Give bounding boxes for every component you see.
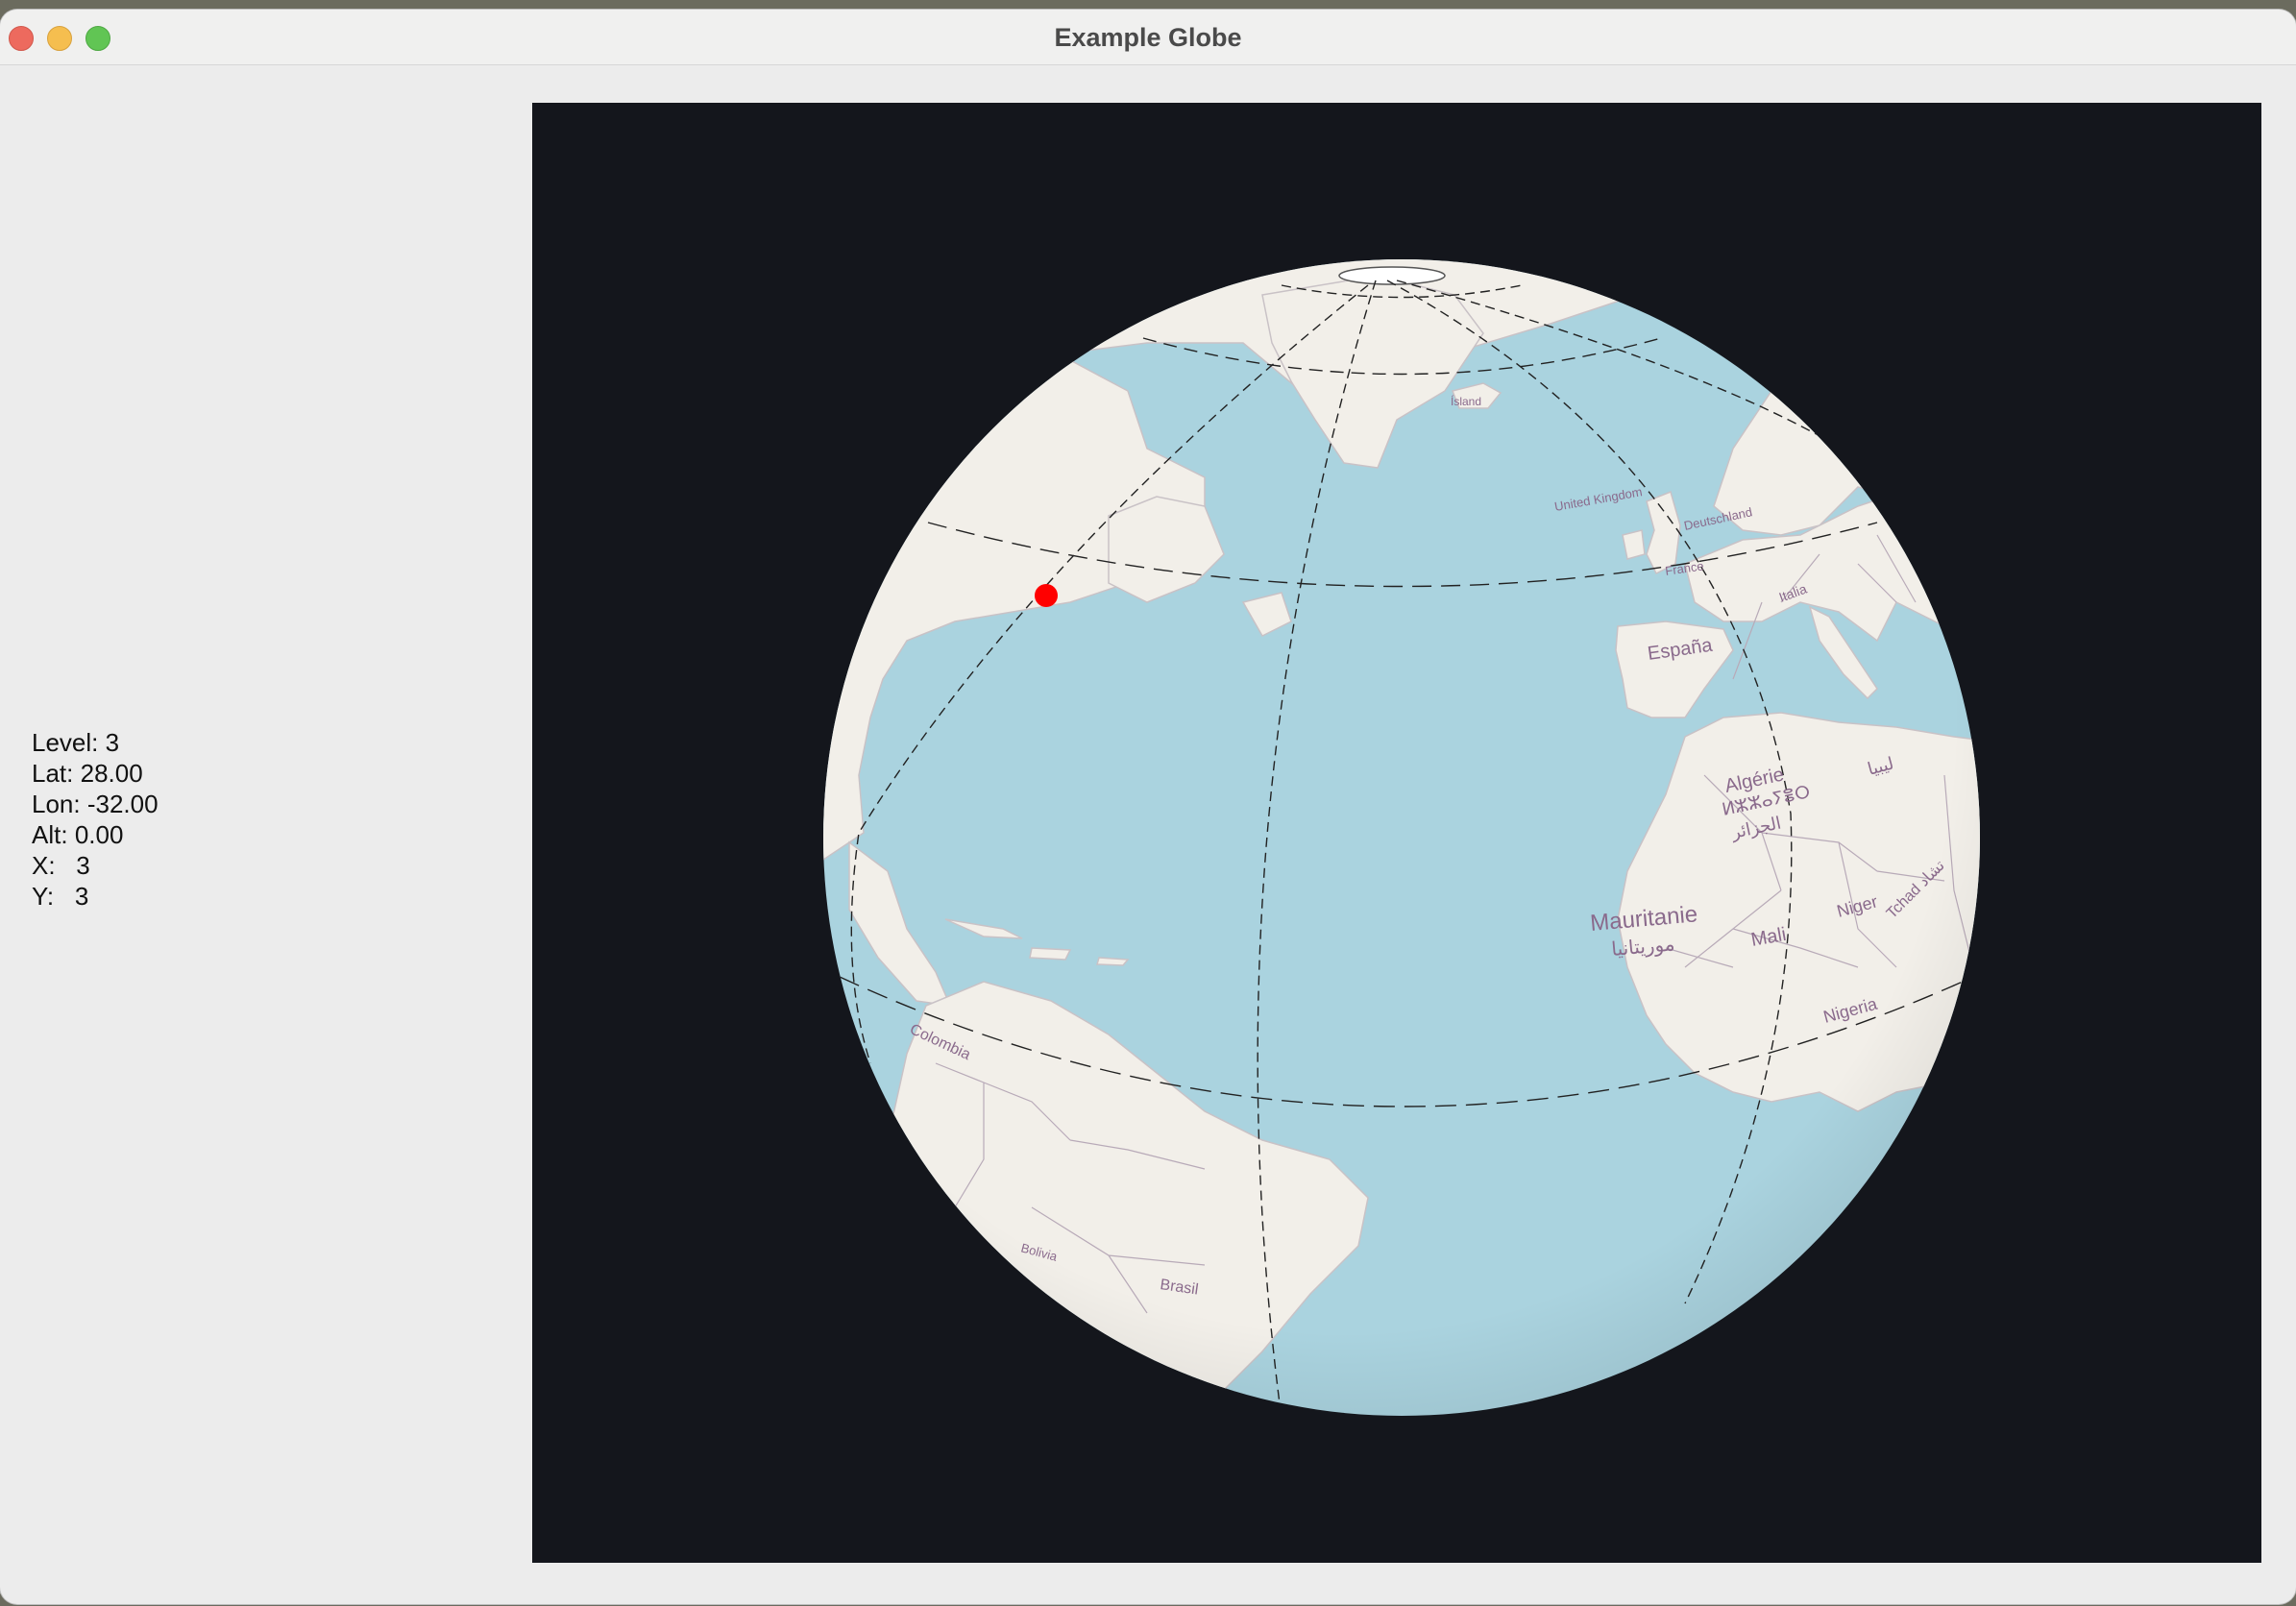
globe[interactable]: Ísland United Kingdom Deutschland France… [820, 247, 2031, 1448]
window-title: Example Globe [1054, 23, 1242, 52]
y-readout: Y: 3 [32, 882, 89, 911]
location-marker[interactable] [1035, 584, 1058, 607]
globe-viewport[interactable]: Ísland United Kingdom Deutschland France… [532, 103, 2261, 1563]
lat-readout: Lat: 28.00 [32, 759, 143, 788]
info-panel: Level: 3 Lat: 28.00 Lon: -32.00 Alt: 0.0… [32, 727, 159, 912]
lon-readout: Lon: -32.00 [32, 790, 159, 818]
x-readout: X: 3 [32, 851, 90, 880]
globe-canvas[interactable]: Ísland United Kingdom Deutschland France… [532, 103, 2261, 1563]
globe-shading [823, 259, 1980, 1416]
app-window: Example Globe Level: 3 Lat: 28.00 Lon: -… [0, 10, 2296, 1604]
label-iceland: Ísland [1451, 394, 1481, 408]
level-readout: Level: 3 [32, 728, 120, 757]
title-bar: Example Globe [0, 10, 2296, 65]
alt-readout: Alt: 0.00 [32, 820, 124, 849]
